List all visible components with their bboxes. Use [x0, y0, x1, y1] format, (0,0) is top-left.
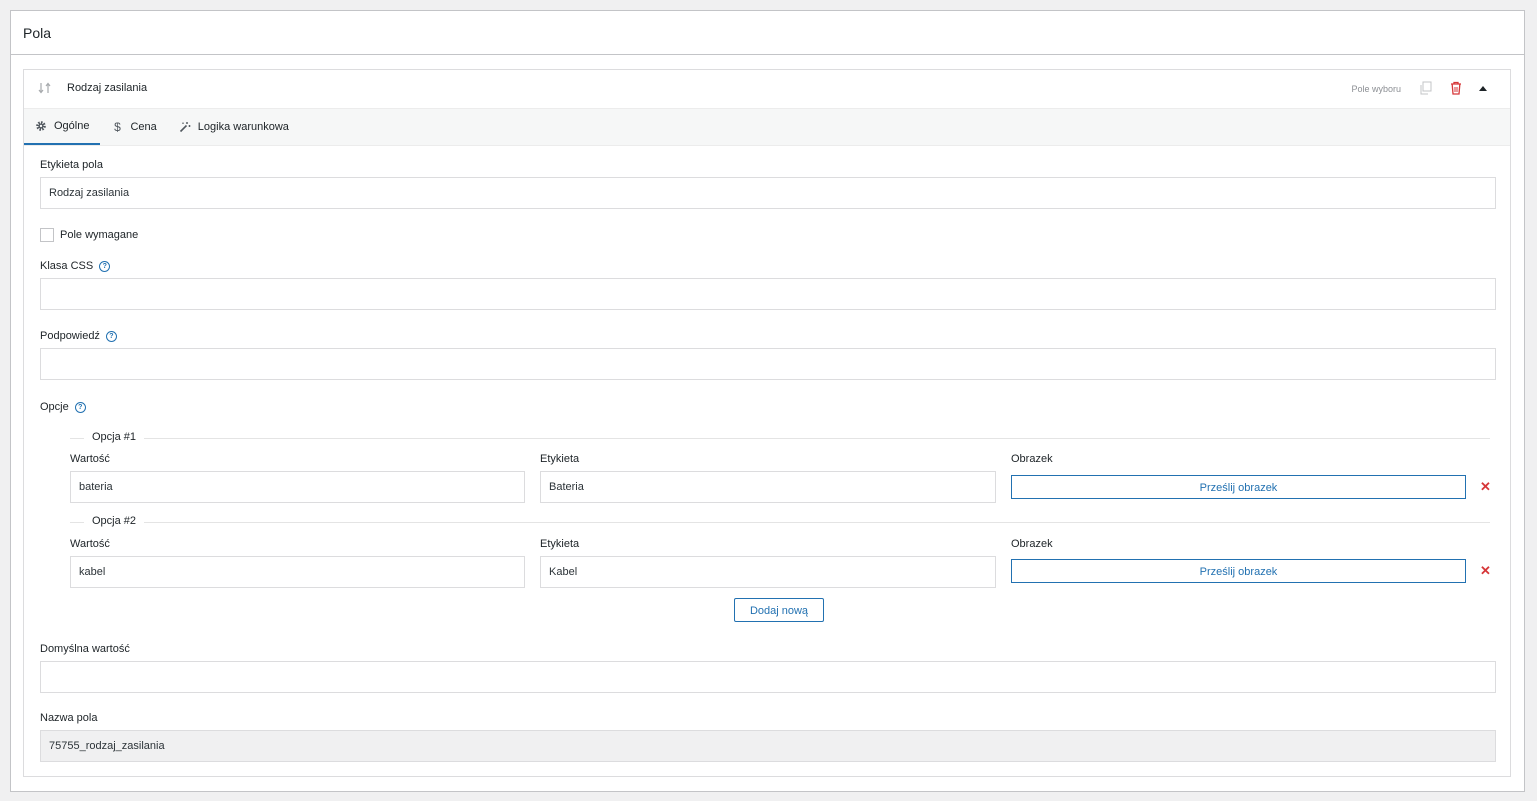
field-card: Rodzaj zasilania Pole wyboru Ogólne $ Ce… — [23, 69, 1511, 777]
default-value-input[interactable] — [40, 661, 1496, 693]
field-tabs: Ogólne $ Cena Logika warunkowa — [24, 108, 1510, 146]
hint-input[interactable] — [40, 348, 1496, 380]
option-label-label: Etykieta — [540, 538, 580, 550]
sort-arrows-icon[interactable] — [38, 82, 52, 97]
tab-conditional-logic[interactable]: Logika warunkowa — [168, 109, 300, 145]
add-option-button[interactable]: Dodaj nową — [734, 598, 824, 622]
css-class-label-text: Klasa CSS — [40, 260, 94, 272]
remove-option-icon[interactable]: ✕ — [1480, 563, 1491, 579]
field-label-label: Etykieta pola — [40, 159, 103, 171]
field-type-label: Pole wyboru — [1351, 84, 1401, 94]
tab-price-label: Cena — [130, 121, 157, 133]
tab-general-label: Ogólne — [54, 120, 90, 132]
fieldset-divider — [70, 438, 1490, 439]
hint-label: Podpowiedź? — [40, 330, 117, 342]
tab-conditional-logic-label: Logika warunkowa — [197, 121, 289, 133]
option-value-label: Wartość — [70, 538, 110, 550]
field-name-input — [40, 730, 1496, 762]
css-class-input[interactable] — [40, 278, 1496, 310]
required-label: Pole wymagane — [60, 229, 139, 241]
option-label-input[interactable] — [540, 556, 996, 588]
field-name-label: Nazwa pola — [40, 712, 98, 724]
wand-icon — [179, 121, 191, 133]
tab-general[interactable]: Ogólne — [24, 109, 101, 145]
upload-image-button[interactable]: Prześlij obrazek — [1011, 475, 1466, 499]
help-icon[interactable]: ? — [105, 331, 117, 342]
css-class-label: Klasa CSS? — [40, 260, 111, 272]
help-icon[interactable]: ? — [99, 261, 111, 272]
dollar-icon: $ — [114, 120, 121, 134]
fieldset-divider — [70, 522, 1490, 523]
copy-icon[interactable] — [1419, 81, 1432, 95]
option-label-input[interactable] — [540, 471, 996, 503]
option-image-label: Obrazek — [1011, 453, 1053, 465]
options-label-text: Opcje — [40, 401, 69, 413]
required-checkbox[interactable] — [40, 228, 54, 242]
field-label-input[interactable] — [40, 177, 1496, 209]
default-value-label: Domyślna wartość — [40, 643, 130, 655]
trash-icon[interactable] — [1450, 81, 1462, 95]
option-value-input[interactable] — [70, 556, 525, 588]
field-title: Rodzaj zasilania — [67, 82, 148, 94]
option-value-input[interactable] — [70, 471, 525, 503]
caret-up-icon[interactable] — [1479, 86, 1487, 91]
options-label: Opcje? — [40, 401, 86, 413]
option-label-label: Etykieta — [540, 453, 580, 465]
option-legend: Opcja #1 — [84, 431, 145, 443]
remove-option-icon[interactable]: ✕ — [1480, 479, 1491, 495]
hint-label-text: Podpowiedź — [40, 330, 100, 342]
gear-icon — [35, 120, 47, 132]
option-value-label: Wartość — [70, 453, 110, 465]
option-legend: Opcja #2 — [84, 515, 145, 527]
field-header[interactable]: Rodzaj zasilania Pole wyboru — [24, 70, 1510, 108]
tab-price[interactable]: $ Cena — [100, 109, 167, 145]
help-icon[interactable]: ? — [74, 402, 86, 413]
fields-panel: Pola Rodzaj zasilania Pole wyboru Ogólne… — [10, 10, 1525, 792]
panel-title: Pola — [11, 11, 1524, 55]
option-image-label: Obrazek — [1011, 538, 1053, 550]
upload-image-button[interactable]: Prześlij obrazek — [1011, 559, 1466, 583]
